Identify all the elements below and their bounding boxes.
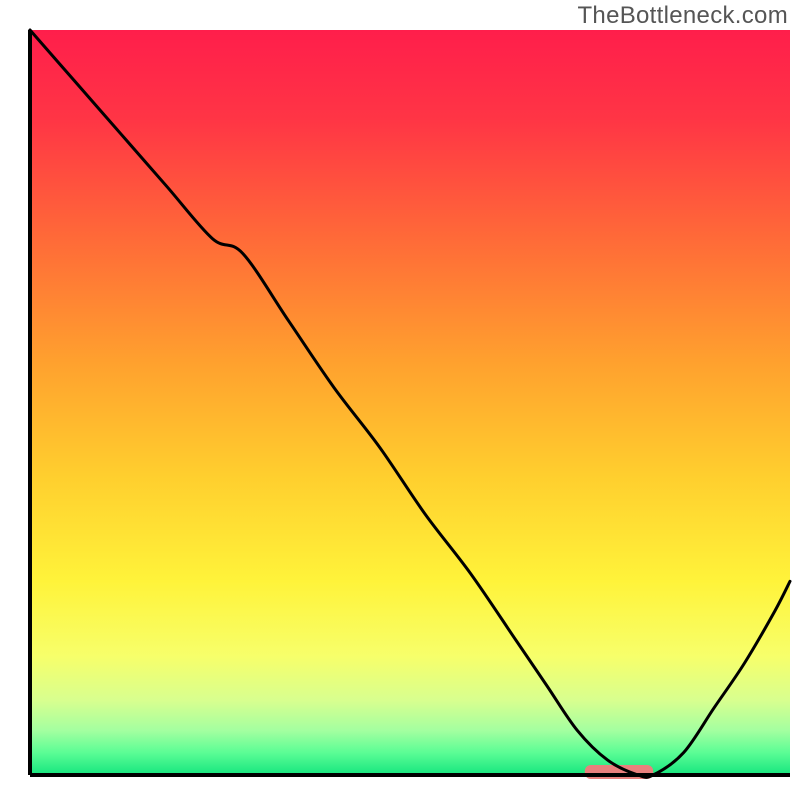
bottleneck-chart — [0, 0, 800, 800]
chart-background-gradient — [30, 30, 790, 775]
chart-frame: TheBottleneck.com — [0, 0, 800, 800]
